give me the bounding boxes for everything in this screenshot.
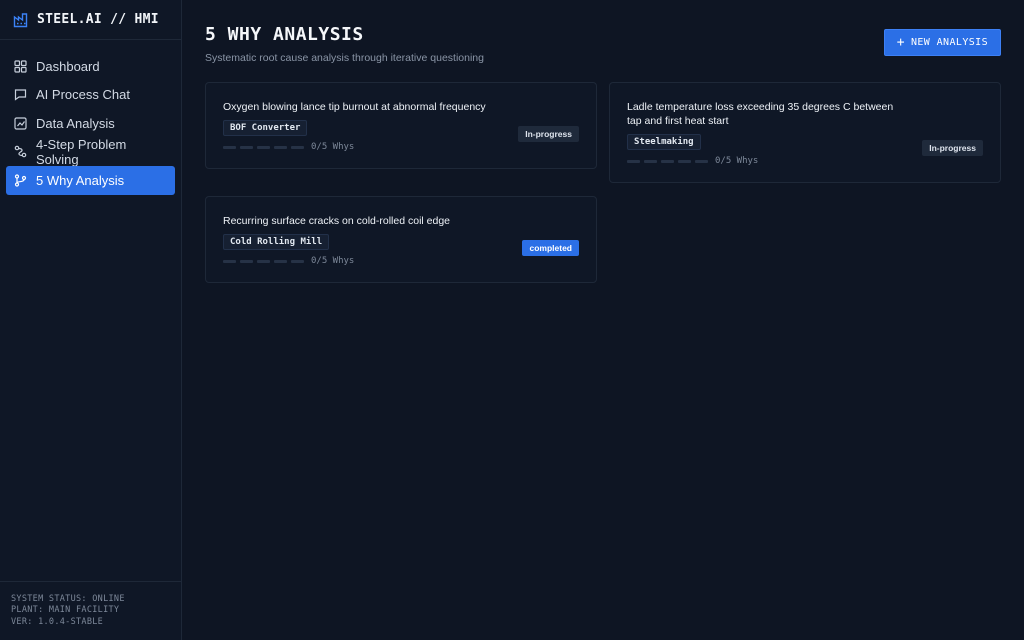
- factory-icon: [13, 12, 29, 28]
- why-progress: 0/5 Whys: [223, 256, 510, 266]
- status-badge: In-progress: [922, 140, 983, 156]
- sidebar-item-label: 5 Why Analysis: [36, 172, 125, 188]
- dashboard-icon: [14, 60, 27, 73]
- progress-segment: [274, 145, 287, 149]
- page-title: 5 WHY ANALYSIS: [205, 24, 364, 45]
- page-header: 5 WHY ANALYSIS Systematic root cause ana…: [205, 24, 1001, 64]
- card-title: Recurring surface cracks on cold-rolled …: [223, 215, 451, 227]
- progress-segment: [257, 259, 270, 263]
- route-icon: [14, 145, 27, 158]
- status-badge: completed: [522, 240, 579, 256]
- progress-text: 0/5 Whys: [311, 256, 355, 266]
- why-progress: 0/5 Whys: [627, 156, 910, 166]
- version-text: VER: 1.0.4-STABLE: [11, 616, 104, 627]
- progress-text: 0/5 Whys: [311, 142, 355, 152]
- progress-segment: [644, 159, 657, 163]
- progress-segment: [291, 145, 304, 149]
- brand-title: STEEL.AI // HMI: [37, 12, 159, 27]
- sidebar-nav: Dashboard AI Process Chat Data Analysis: [0, 40, 181, 581]
- sidebar-item-label: Data Analysis: [36, 115, 115, 131]
- card-title: Ladle temperature loss exceeding 35 degr…: [627, 101, 894, 127]
- sidebar-item-dashboard[interactable]: Dashboard: [6, 52, 175, 81]
- sidebar-item-ai-process-chat[interactable]: AI Process Chat: [6, 81, 175, 110]
- area-tag: BOF Converter: [223, 120, 308, 136]
- new-analysis-button[interactable]: + NEW ANALYSIS: [883, 29, 1001, 56]
- progress-segment: [627, 159, 640, 163]
- page-subtitle: Systematic root cause analysis through i…: [205, 52, 484, 64]
- why-progress: 0/5 Whys: [223, 142, 506, 152]
- analysis-card[interactable]: Ladle temperature loss exceeding 35 degr…: [609, 82, 1001, 183]
- sidebar-item-label: 4-Step Problem Solving: [36, 136, 127, 167]
- sidebar-item-label: Dashboard: [36, 58, 100, 74]
- progress-segment: [223, 259, 236, 263]
- area-tag: Cold Rolling Mill: [223, 234, 330, 250]
- main-content: 5 WHY ANALYSIS Systematic root cause ana…: [182, 0, 1024, 640]
- brand-header[interactable]: STEEL.AI // HMI: [0, 0, 181, 40]
- status-badge: In-progress: [518, 126, 579, 142]
- progress-segment: [661, 159, 674, 163]
- new-analysis-label: NEW ANALYSIS: [910, 37, 988, 48]
- sidebar-item-data-analysis[interactable]: Data Analysis: [6, 109, 175, 138]
- chart-icon: [14, 117, 27, 130]
- analysis-grid: Oxygen blowing lance tip burnout at abno…: [205, 82, 1001, 283]
- system-status-panel: SYSTEM STATUS: ONLINE PLANT: MAIN FACILI…: [0, 580, 181, 640]
- sidebar-item-5-why-analysis[interactable]: 5 Why Analysis: [6, 166, 175, 195]
- sidebar-item-4-step-problem-solving[interactable]: 4-Step Problem Solving: [6, 136, 175, 167]
- analysis-card[interactable]: Recurring surface cracks on cold-rolled …: [205, 196, 597, 283]
- progress-segment: [678, 159, 691, 163]
- analysis-card[interactable]: Oxygen blowing lance tip burnout at abno…: [205, 82, 597, 169]
- progress-segment: [695, 159, 708, 163]
- plant-text: PLANT: MAIN FACILITY: [11, 605, 120, 615]
- progress-segment: [257, 145, 270, 149]
- system-status-text: SYSTEM STATUS: ONLINE: [11, 593, 125, 604]
- sidebar-item-label: AI Process Chat: [36, 87, 130, 103]
- progress-segment: [291, 259, 304, 263]
- progress-segment: [240, 259, 253, 263]
- git-branch-icon: [14, 174, 27, 187]
- sidebar: STEEL.AI // HMI Dashboard AI Process Cha…: [0, 0, 182, 640]
- area-tag: Steelmaking: [627, 134, 701, 150]
- progress-segment: [274, 259, 287, 263]
- card-title: Oxygen blowing lance tip burnout at abno…: [223, 101, 486, 113]
- progress-segment: [223, 145, 236, 149]
- progress-segment: [240, 145, 253, 149]
- chat-icon: [14, 88, 27, 101]
- progress-text: 0/5 Whys: [715, 156, 759, 166]
- plus-icon: +: [896, 35, 905, 50]
